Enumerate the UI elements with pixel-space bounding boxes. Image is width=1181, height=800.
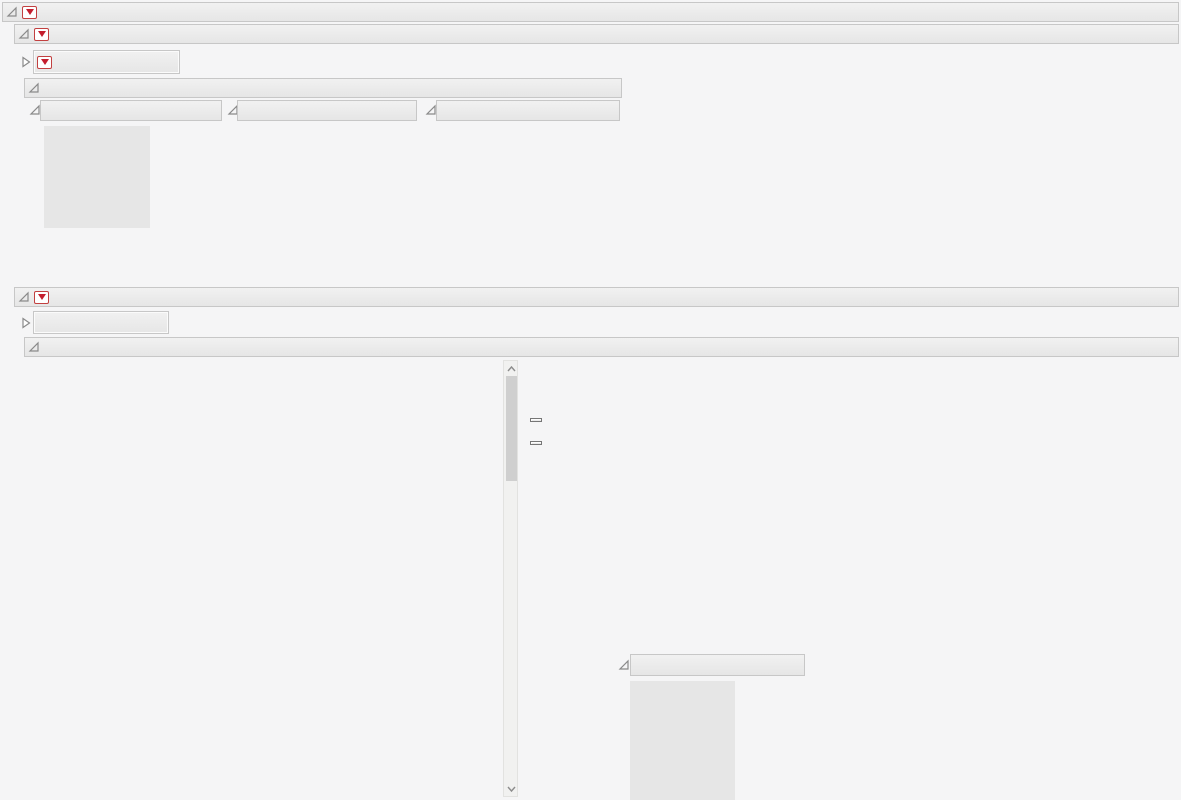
header-bspline[interactable] [14, 287, 1179, 307]
row-label [630, 766, 735, 783]
disclosure-closed-icon[interactable] [20, 317, 32, 329]
row-value [150, 211, 222, 228]
vertical-scrollbar[interactable] [503, 360, 518, 797]
mean-curve-chart [228, 120, 423, 280]
disclosure-open-icon[interactable] [6, 6, 18, 18]
disclosure-open-icon[interactable] [618, 659, 630, 671]
jmp-fde-report-window [0, 0, 1181, 800]
function-panels-grid [55, 602, 460, 800]
header-model-selection[interactable] [24, 337, 1179, 357]
step-functions-line-swatch [1073, 391, 1103, 394]
row-value [735, 732, 803, 749]
table-row [630, 749, 803, 766]
row-label [630, 715, 735, 732]
cubic-line-swatch [1073, 436, 1103, 439]
scroll-down-icon[interactable] [505, 783, 518, 795]
row-label [630, 732, 735, 749]
update-models-button[interactable] [530, 441, 542, 445]
disclosure-closed-icon[interactable] [20, 56, 32, 68]
row-label [630, 698, 735, 715]
table-row [630, 783, 803, 800]
bic-model-comparison-chart[interactable] [630, 358, 1060, 650]
row-value [150, 143, 222, 160]
overall-summary-table [44, 126, 222, 228]
row-value [735, 681, 803, 698]
reset-knots-button[interactable] [530, 418, 542, 422]
row-label [44, 177, 150, 194]
table-row [630, 766, 803, 783]
disclosure-open-icon[interactable] [18, 291, 30, 303]
prediction-line-swatch [531, 394, 555, 397]
header-summaries[interactable] [24, 78, 622, 98]
table-row [630, 681, 803, 698]
quadratic-line-swatch [1073, 421, 1103, 424]
row-value [150, 194, 222, 211]
row-value [735, 698, 803, 715]
row-label [630, 749, 735, 766]
fit-statistics-table [630, 681, 803, 800]
row-label [44, 126, 150, 143]
table-row [44, 194, 222, 211]
row-value [150, 126, 222, 143]
std-dev-curve-chart [424, 120, 620, 280]
table-row [630, 732, 803, 749]
red-triangle-menu-icon[interactable] [22, 6, 37, 19]
header-fde-group[interactable] [2, 2, 1179, 22]
row-value [735, 749, 803, 766]
table-row [630, 715, 803, 732]
header-data-processing[interactable] [33, 50, 180, 74]
row-value [735, 766, 803, 783]
row-value [735, 783, 803, 800]
scroll-up-icon[interactable] [505, 363, 518, 375]
header-overall[interactable] [40, 100, 222, 121]
spline-fit-plot [55, 360, 460, 602]
linear-line-swatch [1073, 406, 1103, 409]
row-value [150, 160, 222, 177]
disclosure-open-icon[interactable] [28, 341, 40, 353]
row-label [44, 160, 150, 177]
header-std-dev[interactable] [436, 100, 620, 121]
table-row [44, 126, 222, 143]
row-label [44, 194, 150, 211]
row-label [44, 143, 150, 160]
red-triangle-menu-icon[interactable] [37, 56, 52, 69]
row-value [735, 715, 803, 732]
table-row [44, 143, 222, 160]
table-row [44, 211, 222, 228]
disclosure-open-icon[interactable] [28, 82, 40, 94]
knots-line-swatch [531, 414, 555, 417]
row-value [150, 177, 222, 194]
row-label [44, 211, 150, 228]
scrollbar-thumb[interactable] [506, 376, 517, 481]
spline-fit-overlay-chart[interactable] [55, 360, 460, 602]
red-triangle-menu-icon[interactable] [34, 28, 49, 41]
header-mean[interactable] [237, 100, 417, 121]
header-model-controls[interactable] [33, 311, 169, 334]
table-row [630, 698, 803, 715]
row-label [630, 783, 735, 800]
table-row [44, 177, 222, 194]
red-triangle-menu-icon[interactable] [34, 291, 49, 304]
table-row [44, 160, 222, 177]
header-fde-ethanol[interactable] [14, 24, 1179, 44]
header-fit-statistics[interactable] [630, 654, 805, 676]
disclosure-open-icon[interactable] [18, 28, 30, 40]
row-label [630, 681, 735, 698]
